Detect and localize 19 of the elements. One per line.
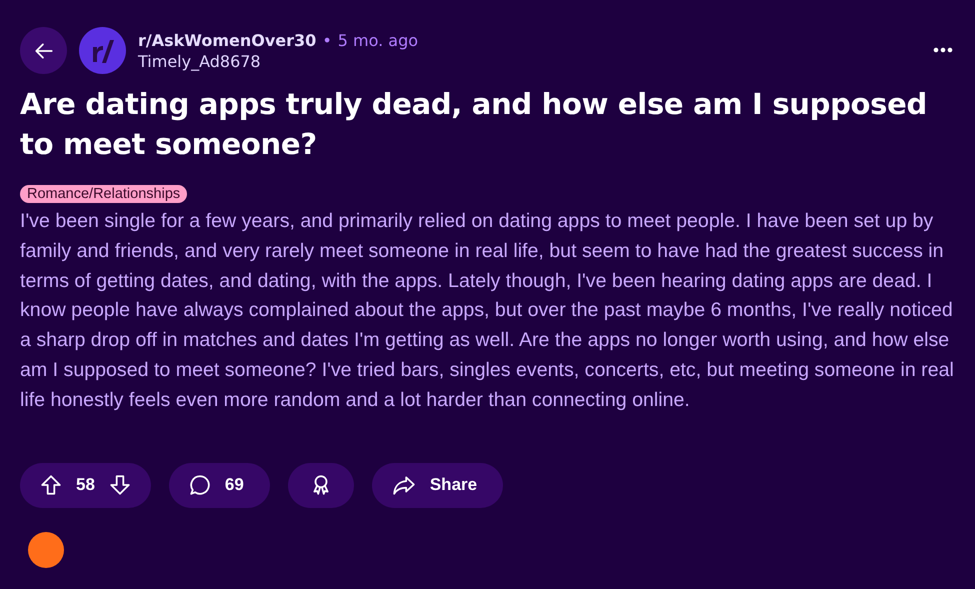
post-title: Are dating apps truly dead, and how else am I supposed to meet someone? <box>20 86 928 163</box>
speech-bubble-icon <box>188 474 211 496</box>
comments-button[interactable]: 69 <box>168 462 270 508</box>
author-link[interactable]: Timely_Ad8678 <box>138 52 919 70</box>
user-avatar-icon <box>28 532 64 568</box>
subreddit-avatar-icon <box>79 27 126 74</box>
separator-dot: • <box>322 30 332 50</box>
upvote-icon[interactable] <box>40 474 62 496</box>
post-body: I've been single for a few years, and primarily relied on dating apps to meet people. I have been set up by family and friends, and very rarely meet someone in real life, but seem to have had the greatest success in terms of getting dates, and dating, with the apps. Lately though, I've been hearing dating apps are dead. I know people have always complained about the apps, but over the past maybe 6 months, I've really noticed a sharp drop off in matches and dates I'm getting as well. Are the apps no longer worth using, and how else am I supposed to meet someone? I've tried bars, singles events, concerts, etc, but meeting someone in real life honestly feels even more random and a lot harder than connecting online. <box>20 209 955 413</box>
downvote-icon[interactable] <box>108 474 131 496</box>
share-button[interactable]: Share <box>372 462 504 508</box>
share-arrow-icon <box>392 474 416 496</box>
subreddit-link[interactable]: r/AskWomenOver30 <box>138 30 316 50</box>
more-options-button[interactable] <box>931 45 955 55</box>
post-age: 5 mo. ago <box>338 30 418 50</box>
back-button[interactable] <box>20 27 67 74</box>
post-flair: Romance/Relationships <box>20 185 188 203</box>
vote-count: 58 <box>76 475 95 496</box>
award-button[interactable] <box>288 462 354 508</box>
